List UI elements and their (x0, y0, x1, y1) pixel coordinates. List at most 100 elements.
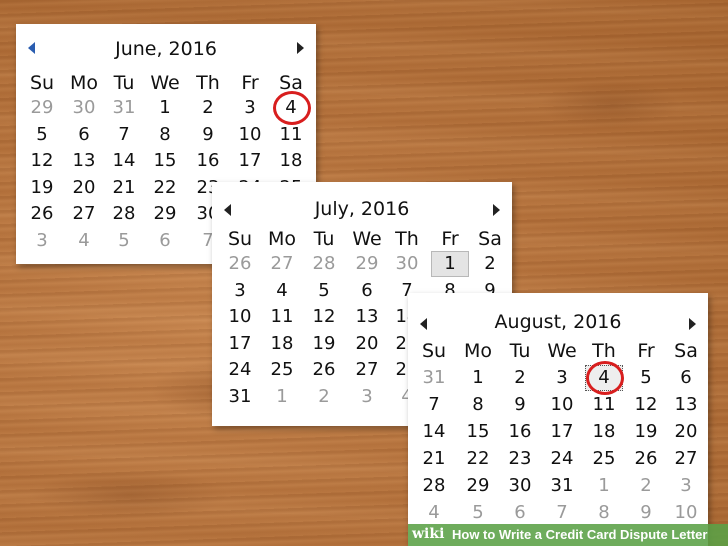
day-cell[interactable]: 26 (23, 202, 61, 226)
day-cell[interactable]: 10 (231, 123, 269, 147)
day-cell[interactable]: 1 (585, 474, 623, 498)
day-cell[interactable]: 11 (585, 393, 623, 417)
day-cell[interactable]: 12 (23, 149, 61, 173)
day-cell[interactable]: 26 (627, 447, 665, 471)
day-cell[interactable]: 6 (146, 229, 184, 253)
day-cell[interactable]: 11 (272, 123, 310, 147)
day-cell[interactable]: 29 (23, 96, 61, 120)
day-cell[interactable]: 29 (459, 474, 497, 498)
day-cell[interactable]: 26 (305, 358, 343, 382)
day-cell[interactable]: 16 (501, 420, 539, 444)
day-cell[interactable]: 27 (263, 252, 301, 276)
day-cell[interactable]: 27 (667, 447, 705, 471)
day-cell[interactable]: 25 (585, 447, 623, 471)
day-cell[interactable]: 15 (146, 149, 184, 173)
month-title[interactable]: June, 2016 (16, 38, 316, 60)
day-cell[interactable]: 27 (348, 358, 386, 382)
day-cell[interactable]: 19 (23, 176, 61, 200)
day-cell[interactable]: 1 (146, 96, 184, 120)
day-cell[interactable]: 3 (543, 366, 581, 390)
day-cell[interactable]: 10 (543, 393, 581, 417)
day-cell[interactable]: 24 (221, 358, 259, 382)
day-cell[interactable]: 9 (627, 501, 665, 525)
month-title[interactable]: August, 2016 (408, 311, 708, 333)
day-cell[interactable]: 27 (65, 202, 103, 226)
day-cell[interactable]: 31 (543, 474, 581, 498)
day-cell[interactable]: 4 (415, 501, 453, 525)
day-cell[interactable]: 12 (627, 393, 665, 417)
day-cell[interactable]: 28 (105, 202, 143, 226)
month-title[interactable]: July, 2016 (212, 198, 512, 220)
day-cell[interactable]: 3 (667, 474, 705, 498)
day-cell[interactable]: 14 (415, 420, 453, 444)
day-cell[interactable]: 2 (305, 385, 343, 409)
day-cell[interactable]: 17 (543, 420, 581, 444)
day-cell[interactable]: 9 (501, 393, 539, 417)
day-cell[interactable]: 7 (415, 393, 453, 417)
day-cell[interactable]: 30 (501, 474, 539, 498)
day-cell[interactable]: 15 (459, 420, 497, 444)
day-cell[interactable]: 6 (348, 279, 386, 303)
day-cell[interactable]: 5 (305, 279, 343, 303)
day-cell[interactable]: 28 (305, 252, 343, 276)
day-cell[interactable]: 3 (231, 96, 269, 120)
day-cell[interactable]: 8 (459, 393, 497, 417)
day-cell[interactable]: 18 (263, 332, 301, 356)
day-cell[interactable]: 11 (263, 305, 301, 329)
day-cell[interactable]: 17 (231, 149, 269, 173)
day-cell[interactable]: 14 (105, 149, 143, 173)
day-cell[interactable]: 5 (105, 229, 143, 253)
day-cell[interactable]: 21 (415, 447, 453, 471)
day-cell[interactable]: 6 (501, 501, 539, 525)
day-cell[interactable]: 2 (627, 474, 665, 498)
day-cell[interactable]: 3 (23, 229, 61, 253)
day-cell[interactable]: 24 (543, 447, 581, 471)
day-cell[interactable]: 31 (105, 96, 143, 120)
day-cell[interactable]: 21 (105, 176, 143, 200)
day-cell[interactable]: 9 (189, 123, 227, 147)
day-cell[interactable]: 22 (459, 447, 497, 471)
day-cell[interactable]: 7 (543, 501, 581, 525)
day-cell[interactable]: 10 (667, 501, 705, 525)
day-cell[interactable]: 18 (272, 149, 310, 173)
day-cell[interactable]: 3 (348, 385, 386, 409)
day-cell[interactable]: 13 (667, 393, 705, 417)
day-cell[interactable]: 20 (667, 420, 705, 444)
day-cell[interactable]: 17 (221, 332, 259, 356)
day-cell[interactable]: 1 (431, 251, 469, 277)
day-cell[interactable]: 8 (585, 501, 623, 525)
day-cell[interactable]: 19 (627, 420, 665, 444)
day-cell[interactable]: 3 (221, 279, 259, 303)
day-cell[interactable]: 13 (348, 305, 386, 329)
day-cell[interactable]: 2 (501, 366, 539, 390)
day-cell[interactable]: 12 (305, 305, 343, 329)
day-cell[interactable]: 20 (65, 176, 103, 200)
day-cell[interactable]: 6 (667, 366, 705, 390)
day-cell[interactable]: 1 (263, 385, 301, 409)
day-cell[interactable]: 1 (459, 366, 497, 390)
day-cell[interactable]: 28 (415, 474, 453, 498)
day-cell[interactable]: 2 (189, 96, 227, 120)
day-cell[interactable]: 23 (501, 447, 539, 471)
day-cell[interactable]: 10 (221, 305, 259, 329)
day-cell[interactable]: 31 (415, 366, 453, 390)
day-cell[interactable]: 18 (585, 420, 623, 444)
day-cell[interactable]: 30 (388, 252, 426, 276)
day-cell[interactable]: 22 (146, 176, 184, 200)
day-cell[interactable]: 4 (263, 279, 301, 303)
day-cell[interactable]: 16 (189, 149, 227, 173)
day-cell[interactable]: 13 (65, 149, 103, 173)
day-cell[interactable]: 4 (65, 229, 103, 253)
day-cell[interactable]: 20 (348, 332, 386, 356)
day-cell[interactable]: 6 (65, 123, 103, 147)
day-cell[interactable]: 2 (471, 252, 509, 276)
day-cell[interactable]: 25 (263, 358, 301, 382)
day-cell[interactable]: 5 (459, 501, 497, 525)
day-cell[interactable]: 29 (348, 252, 386, 276)
day-cell[interactable]: 19 (305, 332, 343, 356)
day-cell[interactable]: 5 (627, 366, 665, 390)
day-cell[interactable]: 26 (221, 252, 259, 276)
day-cell[interactable]: 7 (105, 123, 143, 147)
day-cell[interactable]: 31 (221, 385, 259, 409)
day-cell[interactable]: 30 (65, 96, 103, 120)
